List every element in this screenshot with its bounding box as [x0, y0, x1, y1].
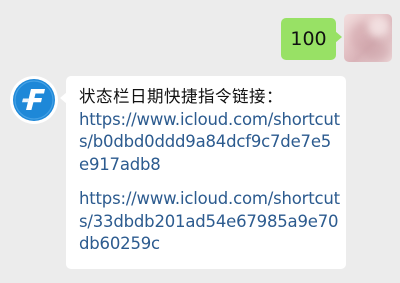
avatar-photo-blur: [368, 16, 390, 38]
link-line: https://www.icloud.com/shortcut: [79, 109, 340, 129]
avatar-photo-blur: [364, 42, 390, 62]
contact-avatar[interactable]: [10, 76, 58, 124]
f-logo-icon: [13, 79, 55, 121]
message-title: 状态栏日期快捷指令链接：: [79, 87, 283, 106]
link-line: s/b0dbd0ddd9a84dcf9c7de7e5: [79, 132, 332, 151]
link-line: https://www.icloud.com/shortcut: [79, 189, 340, 208]
sent-bubble-tail: [335, 31, 342, 43]
shortcut-link-2[interactable]: https://www.icloud.com/shortcut s/33dbdb…: [79, 188, 340, 256]
link-line: e917adb8: [79, 154, 161, 174]
link-line: db60259c: [79, 234, 160, 253]
received-message-bubble[interactable]: 状态栏日期快捷指令链接： https://www.icloud.com/shor…: [66, 76, 346, 269]
sent-message-text: 100: [290, 28, 327, 50]
my-avatar[interactable]: [344, 14, 392, 62]
shortcut-link-1[interactable]: https://www.icloud.com/shortcut s/b0dbd0…: [79, 109, 340, 177]
link-line: s/33dbdb201ad54e67985a9e70: [79, 211, 339, 231]
sent-message-bubble[interactable]: 100: [281, 18, 336, 60]
